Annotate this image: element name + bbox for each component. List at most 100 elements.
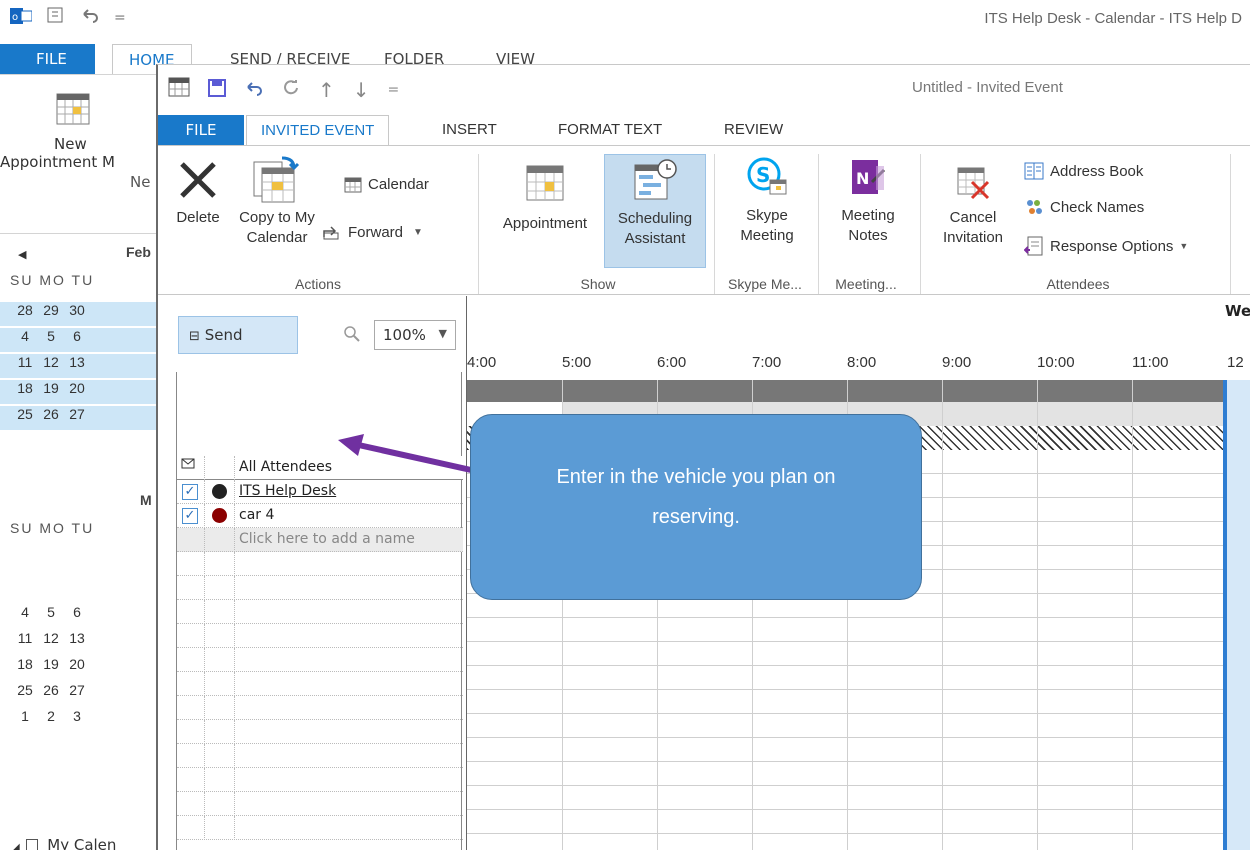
calendar-day[interactable]: 29: [38, 302, 64, 318]
calendar-day[interactable]: 25: [12, 682, 38, 698]
calendar-week-row[interactable]: 11 12 13: [0, 630, 160, 654]
instruction-callout: Enter in the vehicle you plan on reservi…: [470, 414, 922, 600]
calendar-day[interactable]: 11: [12, 630, 38, 646]
up-arrow-icon[interactable]: ↑: [318, 78, 335, 102]
calendar-week-row[interactable]: 11 12 13: [0, 354, 160, 378]
calendar-day[interactable]: 1: [12, 708, 38, 724]
calendar-day[interactable]: 6: [64, 604, 90, 620]
attendee-row[interactable]: ✓ car 4: [177, 504, 463, 528]
calendar-day[interactable]: 12: [38, 354, 64, 370]
calendar-day[interactable]: 26: [38, 406, 64, 422]
march-header: M: [140, 492, 152, 508]
response-options-dropdown-icon[interactable]: ▼: [1179, 241, 1188, 251]
calendar-checkbox[interactable]: [26, 839, 39, 850]
background-quick-access-toolbar: o =: [10, 6, 126, 30]
redo-icon[interactable]: [282, 78, 300, 102]
customize-qat-icon[interactable]: =: [114, 10, 126, 26]
calendar-week-row[interactable]: 18 19 20: [0, 380, 160, 404]
skype-meeting-button[interactable]: S Skype Meeting: [720, 156, 814, 246]
calendar-day[interactable]: 20: [64, 380, 90, 396]
calendar-week-row[interactable]: 18 19 20: [0, 656, 160, 680]
calendar-day[interactable]: 13: [64, 354, 90, 370]
zoom-select[interactable]: 100% ▼: [374, 320, 456, 350]
check-names-button[interactable]: Check Names: [1024, 198, 1144, 216]
my-calendars-label: My Calen: [47, 836, 117, 850]
delete-button[interactable]: Delete: [168, 158, 228, 228]
attendee-checkbox[interactable]: ✓: [182, 508, 198, 524]
calendar-day[interactable]: 26: [38, 682, 64, 698]
add-name-row[interactable]: Click here to add a name: [177, 528, 463, 552]
new-appointment-button[interactable]: New Appointment M Ne: [0, 93, 160, 191]
forward-split-button[interactable]: Forward ▼: [322, 224, 423, 241]
calendar-week-row[interactable]: 456: [0, 328, 160, 352]
calendar-day[interactable]: 19: [38, 380, 64, 396]
calendar-day[interactable]: 25: [12, 406, 38, 422]
file-tab[interactable]: FILE: [158, 115, 244, 145]
calendar-day[interactable]: 4: [12, 328, 38, 344]
scheduling-assistant-button[interactable]: Scheduling Assistant: [604, 154, 706, 268]
attendee-name[interactable]: ITS Help Desk: [239, 483, 336, 499]
review-tab[interactable]: REVIEW: [724, 121, 783, 138]
calendar-day[interactable]: 6: [64, 328, 90, 344]
calendar-button[interactable]: Calendar: [344, 176, 429, 193]
response-options-button[interactable]: Response Options ▼: [1024, 236, 1188, 256]
attendee-name[interactable]: car 4: [239, 507, 274, 523]
selected-time-indicator[interactable]: [1223, 380, 1250, 850]
calendar-week-row[interactable]: 28 29 30: [0, 302, 160, 326]
calendar-day[interactable]: 5: [38, 328, 64, 344]
calendar-day[interactable]: 3: [64, 708, 90, 724]
forward-dropdown-icon[interactable]: ▼: [413, 227, 423, 238]
undo-icon[interactable]: [80, 8, 100, 28]
svg-text:N: N: [856, 169, 869, 188]
attendee-row[interactable]: ✓ ITS Help Desk: [177, 480, 463, 504]
calendar-day[interactable]: 30: [64, 302, 90, 318]
calendar-day[interactable]: 12: [38, 630, 64, 646]
calendar-day[interactable]: 18: [12, 656, 38, 672]
meeting-notes-button[interactable]: N Meeting Notes: [822, 156, 914, 246]
calendar-day[interactable]: 2: [38, 708, 64, 724]
group-new-label: Ne: [130, 173, 151, 191]
insert-tab[interactable]: INSERT: [442, 121, 497, 138]
calendar-day[interactable]: 11: [12, 354, 38, 370]
appointment-button[interactable]: Appointment: [486, 156, 604, 268]
down-arrow-icon[interactable]: ↓: [353, 78, 370, 102]
time-label: 6:00: [657, 354, 687, 371]
calendar-day[interactable]: 27: [64, 682, 90, 698]
customize-qat-icon[interactable]: =: [388, 82, 400, 98]
address-book-button[interactable]: Address Book: [1024, 162, 1143, 180]
callout-line1: Enter in the vehicle you plan on: [556, 466, 836, 488]
background-file-tab[interactable]: FILE: [0, 44, 95, 74]
cancel-invitation-button[interactable]: Cancel Invitation: [926, 166, 1020, 248]
response-options-label: Response Options: [1050, 237, 1174, 255]
my-calendars-section[interactable]: ◢ My Calen: [12, 836, 116, 850]
invited-event-tab[interactable]: INVITED EVENT: [246, 115, 390, 146]
calendar-day[interactable]: 20: [64, 656, 90, 672]
attendee-checkbox[interactable]: ✓: [182, 484, 198, 500]
calendar-week-row[interactable]: 25 26 27: [0, 682, 160, 706]
group-separator: [920, 154, 921, 294]
add-name-placeholder[interactable]: Click here to add a name: [239, 531, 415, 547]
previous-month-icon[interactable]: ◀: [18, 248, 26, 261]
header-status-column: [205, 456, 235, 480]
calendar-week-row[interactable]: 123: [0, 708, 160, 732]
new-appointment-label-line1: New: [54, 135, 87, 153]
calendar-day[interactable]: 27: [64, 406, 90, 422]
calendar-day[interactable]: 4: [12, 604, 38, 620]
calendar-day[interactable]: 19: [38, 656, 64, 672]
header-mail-icon: [177, 456, 205, 480]
calendar-day[interactable]: 18: [12, 380, 38, 396]
calendar-week-row[interactable]: 25 26 27: [0, 406, 160, 430]
send-button[interactable]: ⊟ Send: [178, 316, 298, 354]
response-options-icon: [1024, 236, 1043, 256]
calendar-day[interactable]: 13: [64, 630, 90, 646]
calendar-week-row[interactable]: 456: [0, 604, 160, 628]
calendar-day[interactable]: 5: [38, 604, 64, 620]
delete-icon: [180, 162, 216, 198]
format-text-tab[interactable]: FORMAT TEXT: [558, 121, 662, 138]
collapse-icon[interactable]: ◢: [12, 842, 20, 850]
undo-icon[interactable]: [244, 78, 264, 102]
calendar-day[interactable]: 28: [12, 302, 38, 318]
send-receive-all-icon[interactable]: [46, 6, 66, 30]
copy-to-my-calendar-button[interactable]: Copy to My Calendar: [232, 156, 322, 248]
save-icon[interactable]: [208, 78, 226, 102]
